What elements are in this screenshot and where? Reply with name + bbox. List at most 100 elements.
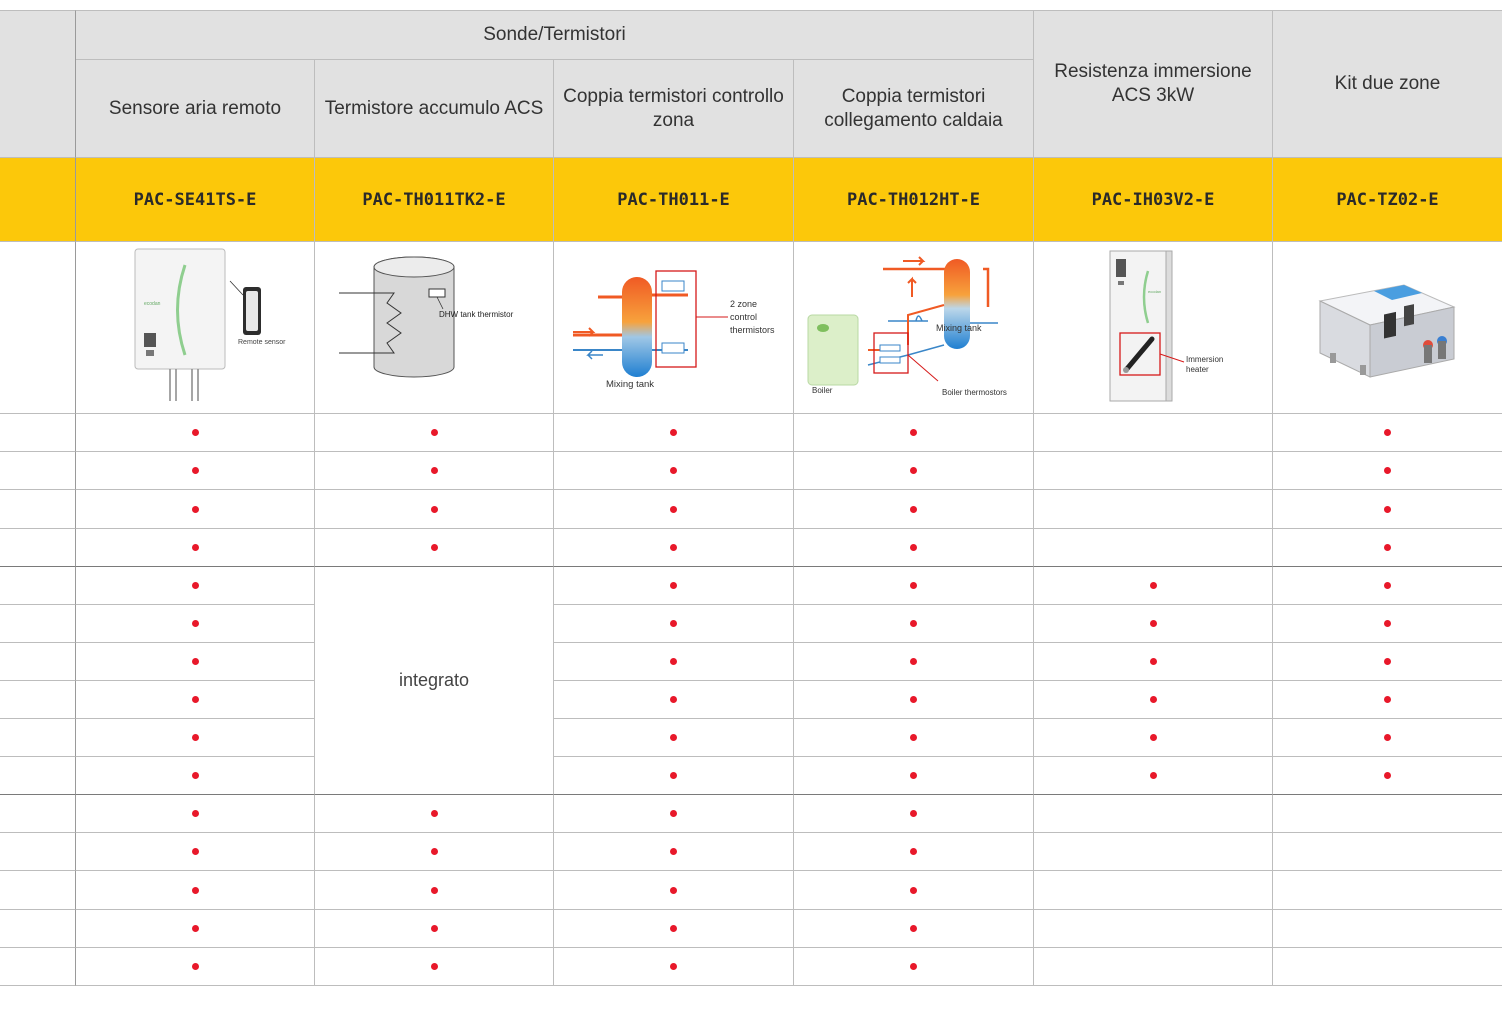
product-code: PAC-TH011-E [554,158,794,242]
integrated-cell: integrato [315,567,554,795]
compatibility-cell [315,490,554,529]
image-row-label-cell [0,242,76,414]
compatibility-cell [76,414,315,452]
compatibility-cell [794,643,1034,681]
compatibility-cell [76,795,315,833]
compatibility-cell [315,795,554,833]
boiler-thermistors-label: Boiler thermostors [942,388,1007,397]
compatible-dot [910,658,917,665]
compatibility-cell [315,414,554,452]
compatible-dot [191,848,199,855]
zone-label-2: control [730,312,757,322]
compatible-dot [191,772,199,779]
compatible-dot [1384,772,1391,779]
compatible-dot [910,925,917,932]
integrated-label: integrato [398,670,470,690]
compatibility-cell [1273,681,1502,719]
column-header-label: Sensore aria remoto [108,97,282,119]
compatible-dot [910,620,917,627]
remote-sensor-label: Remote sensor [238,339,286,346]
compatibility-cell [76,948,315,986]
compatible-dot [191,620,199,627]
row-label-cell [0,605,76,643]
compatibility-cell [1034,567,1273,605]
compatibility-cell [76,643,315,681]
boiler-thermistors-image: Mixing tank Boiler Boiler thermostors [807,255,1007,397]
zone-label-3: thermistors [730,325,775,335]
compatibility-cell [794,681,1034,719]
compatibility-cell [1034,490,1273,529]
compatible-dot [430,886,438,894]
boiler-label: Boiler [812,386,833,395]
compatibility-cell [76,605,315,643]
compatible-dot [191,734,199,741]
compatibility-cell [1034,871,1273,910]
compatible-dot [191,963,199,970]
two-zone-kit-illustration [1273,242,1502,414]
boiler-mixing-tank-label: Mixing tank [936,323,982,333]
compatibility-cell [76,871,315,910]
compatibility-cell [554,490,794,529]
compatibility-cell [554,833,794,871]
compatible-dot [670,810,677,817]
compatible-dot [910,429,917,436]
header-coppia-caldaia: Coppia termistori collegamento caldaia [794,60,1034,158]
compatible-dot [191,696,199,703]
compatibility-cell [1034,719,1273,757]
product-code: PAC-TH012HT-E [794,158,1034,242]
compatibility-cell [1273,795,1502,833]
compatibility-cell [76,910,315,948]
compatibility-cell [794,757,1034,795]
compatibility-cell [315,948,554,986]
compatible-dot [670,696,677,703]
compatible-dot [430,467,438,474]
compatible-dot [1149,696,1157,703]
compatible-dot [430,848,438,855]
compatible-dot [910,505,917,513]
compatible-dot [670,429,677,436]
compatible-dot [1384,467,1391,474]
compatibility-cell [794,719,1034,757]
row-label-cell [0,910,76,948]
immersion-label-2: heater [1186,365,1209,374]
compatible-dot [430,810,438,817]
compatibility-cell [1034,452,1273,490]
compatibility-cell [554,871,794,910]
compatibility-cell [794,948,1034,986]
dhw-label: DHW tank thermistor [439,310,514,319]
compatibility-cell [1273,757,1502,795]
compatible-dot [670,582,677,589]
compatibility-cell [76,681,315,719]
compatible-dot [670,734,677,741]
compatible-dot [910,848,917,855]
compatibility-cell [1273,871,1502,910]
compatible-dot [1149,772,1157,779]
compatibility-cell [1273,414,1502,452]
compatible-dot [191,429,199,436]
immersion-heater-illustration: ecodan Immersion heater [1034,242,1273,414]
compatible-dot [191,658,199,665]
compatible-dot [430,429,438,436]
compatible-dot [670,772,677,779]
header-coppia-zona: Coppia termistori controllo zona [554,60,794,158]
compatibility-cell [794,452,1034,490]
compatibility-cell [554,719,794,757]
product-code: PAC-TZ02-E [1273,158,1502,242]
compatible-dot [430,963,438,970]
compatible-dot [910,886,917,894]
product-code: PAC-TH011TK2-E [315,158,554,242]
compatible-dot [1384,696,1391,703]
compatible-dot [910,772,917,779]
group-header-sonde: Sonde/Termistori [76,10,1034,60]
compatibility-cell [1034,757,1273,795]
compatible-dot [430,505,438,513]
compatible-dot [910,810,917,817]
compatibility-cell [554,910,794,948]
compatibility-cell [1273,643,1502,681]
code-row-label-cell [0,158,76,242]
compatibility-cell [76,452,315,490]
compatibility-cell [554,567,794,605]
product-code: PAC-SE41TS-E [76,158,315,242]
compatible-dot [910,582,917,589]
compatibility-cell [554,795,794,833]
